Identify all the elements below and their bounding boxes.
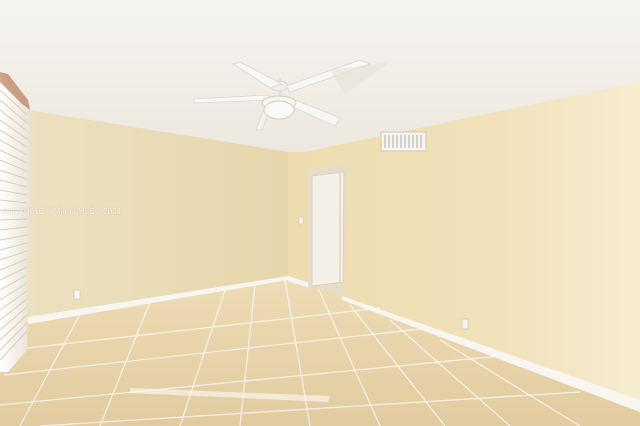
listing-watermark: A11708816 © Miami MLS® 2024	[2, 207, 122, 216]
window-blinds	[0, 72, 30, 372]
wall-outlet-left	[73, 289, 81, 300]
wall-outlet-right	[461, 318, 469, 330]
room-photo: A11708816 © Miami MLS® 2024	[0, 0, 640, 426]
ac-vent	[380, 131, 427, 152]
door	[311, 171, 345, 287]
light-switch	[298, 216, 304, 225]
